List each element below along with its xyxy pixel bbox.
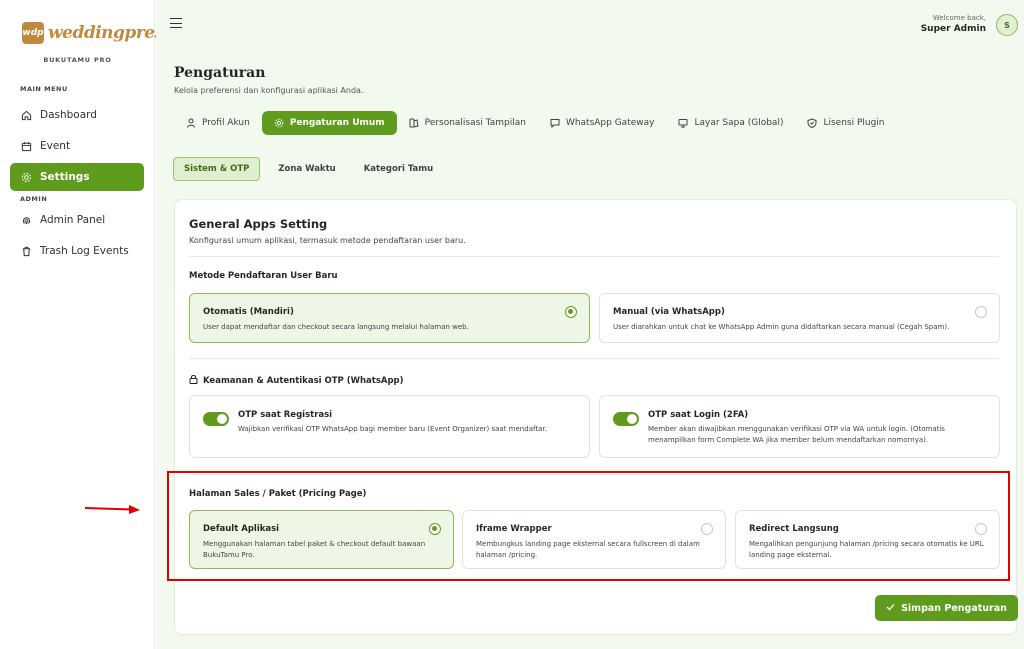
option-manual[interactable]: Manual (via WhatsApp) User diarahkan unt… bbox=[599, 293, 1000, 343]
otp-login-toggle[interactable] bbox=[613, 412, 639, 426]
option-otomatis[interactable]: Otomatis (Mandiri) User dapat mendaftar … bbox=[189, 293, 590, 343]
save-button-label: Simpan Pengaturan bbox=[901, 602, 1007, 614]
toggle-card-otp-registrasi: OTP saat Registrasi Wajibkan verifikasi … bbox=[189, 395, 590, 458]
arrow-annotation-icon bbox=[84, 500, 141, 514]
tab-label: WhatsApp Gateway bbox=[565, 118, 655, 128]
palette-icon bbox=[409, 118, 419, 128]
toggle-description: Wajibkan verifikasi OTP WhatsApp bagi me… bbox=[238, 425, 547, 433]
radio-unselected[interactable] bbox=[975, 306, 987, 318]
top-bar: Welcome back, Super Admin S bbox=[156, 4, 1024, 44]
check-icon bbox=[886, 603, 895, 614]
user-name: Super Admin bbox=[920, 24, 986, 34]
toggle-card-otp-login: OTP saat Login (2FA) Member akan diwajib… bbox=[599, 395, 1000, 458]
trash-icon bbox=[20, 245, 32, 257]
welcome-text: Welcome back, bbox=[932, 14, 986, 22]
card-title: General Apps Setting bbox=[189, 217, 328, 231]
divider bbox=[189, 256, 999, 257]
subtab-zona-waktu[interactable]: Zona Waktu bbox=[268, 157, 345, 181]
save-settings-button[interactable]: Simpan Pengaturan bbox=[875, 595, 1018, 621]
sidebar-item-trash-log[interactable]: Trash Log Events bbox=[10, 237, 144, 265]
gear-icon bbox=[274, 118, 284, 128]
tab-lisensi-plugin[interactable]: Lisensi Plugin bbox=[795, 111, 896, 135]
tab-label: Layar Sapa (Global) bbox=[694, 118, 784, 128]
divider bbox=[189, 358, 999, 359]
tab-layar-sapa[interactable]: Layar Sapa (Global) bbox=[666, 111, 795, 135]
sidebar-item-label: Dashboard bbox=[40, 109, 97, 121]
sidebar: wdp weddingpress BUKUTAMU PRO MAIN MENU … bbox=[0, 0, 173, 649]
option-description: User dapat mendaftar dan checkout secara… bbox=[203, 323, 469, 331]
monitor-icon bbox=[678, 118, 688, 128]
page-title: Pengaturan bbox=[174, 65, 266, 81]
sidebar-item-event[interactable]: Event bbox=[10, 132, 144, 160]
calendar-icon bbox=[20, 140, 32, 152]
option-title: Manual (via WhatsApp) bbox=[613, 307, 725, 317]
toggle-description: Member akan diwajibkan menggunakan verif… bbox=[648, 425, 945, 444]
option-description: User diarahkan untuk chat ke WhatsApp Ad… bbox=[613, 323, 950, 331]
radio-selected[interactable] bbox=[565, 306, 577, 318]
logo-mark: wdp bbox=[22, 22, 44, 44]
lock-icon bbox=[189, 374, 198, 387]
user-greeting: Welcome back, Super Admin bbox=[921, 14, 986, 34]
sub-tabs: Sistem & OTP Zona Waktu Kategori Tamu bbox=[173, 157, 443, 181]
admin-label: ADMIN bbox=[20, 195, 48, 203]
card-subtitle: Konfigurasi umum aplikasi, termasuk meto… bbox=[189, 236, 466, 245]
logo-subtitle: BUKUTAMU PRO bbox=[43, 56, 112, 64]
avatar[interactable]: S bbox=[996, 14, 1018, 36]
sidebar-item-label: Event bbox=[40, 140, 71, 152]
tab-label: Personalisasi Tampilan bbox=[424, 118, 526, 128]
logo-text: weddingpress bbox=[48, 23, 173, 43]
sidebar-item-label: Trash Log Events bbox=[40, 245, 129, 257]
toggle-title: OTP saat Registrasi bbox=[238, 410, 333, 420]
main-menu-label: MAIN MENU bbox=[20, 85, 68, 93]
sidebar-item-label: Settings bbox=[40, 171, 90, 183]
security-label-text: Keamanan & Autentikasi OTP (WhatsApp) bbox=[203, 375, 404, 386]
page-subtitle: Kelola preferensi dan konfigurasi aplika… bbox=[174, 86, 364, 95]
app-logo[interactable]: wdp weddingpress bbox=[22, 22, 173, 44]
home-icon bbox=[20, 109, 32, 121]
subtab-sistem-otp[interactable]: Sistem & OTP bbox=[173, 157, 261, 181]
tab-label: Profil Akun bbox=[202, 118, 250, 128]
tab-label: Pengaturan Umum bbox=[289, 118, 385, 128]
sidebar-item-settings[interactable]: Settings bbox=[10, 163, 144, 191]
menu-toggle-icon[interactable] bbox=[170, 18, 182, 28]
subtab-kategori-tamu[interactable]: Kategori Tamu bbox=[354, 157, 444, 181]
settings-tabs: Profil Akun Pengaturan Umum Personalisas… bbox=[174, 111, 897, 135]
tab-pengaturan-umum[interactable]: Pengaturan Umum bbox=[261, 111, 397, 135]
highlight-box bbox=[167, 471, 1010, 581]
security-label: Keamanan & Autentikasi OTP (WhatsApp) bbox=[189, 374, 404, 387]
fingerprint-icon bbox=[20, 214, 32, 226]
tab-personalisasi-tampilan[interactable]: Personalisasi Tampilan bbox=[397, 111, 538, 135]
tab-profil-akun[interactable]: Profil Akun bbox=[174, 111, 262, 135]
sidebar-item-admin-panel[interactable]: Admin Panel bbox=[10, 206, 144, 234]
tab-whatsapp-gateway[interactable]: WhatsApp Gateway bbox=[538, 111, 667, 135]
message-icon bbox=[550, 118, 560, 128]
shield-icon bbox=[807, 118, 817, 128]
registration-method-label: Metode Pendaftaran User Baru bbox=[189, 271, 338, 281]
settings-icon bbox=[20, 171, 32, 183]
sidebar-item-label: Admin Panel bbox=[40, 214, 106, 226]
tab-label: Lisensi Plugin bbox=[823, 118, 885, 128]
toggle-title: OTP saat Login (2FA) bbox=[648, 410, 749, 420]
option-title: Otomatis (Mandiri) bbox=[203, 307, 294, 317]
user-icon bbox=[186, 118, 196, 128]
sidebar-item-dashboard[interactable]: Dashboard bbox=[10, 101, 144, 129]
otp-registrasi-toggle[interactable] bbox=[203, 412, 229, 426]
